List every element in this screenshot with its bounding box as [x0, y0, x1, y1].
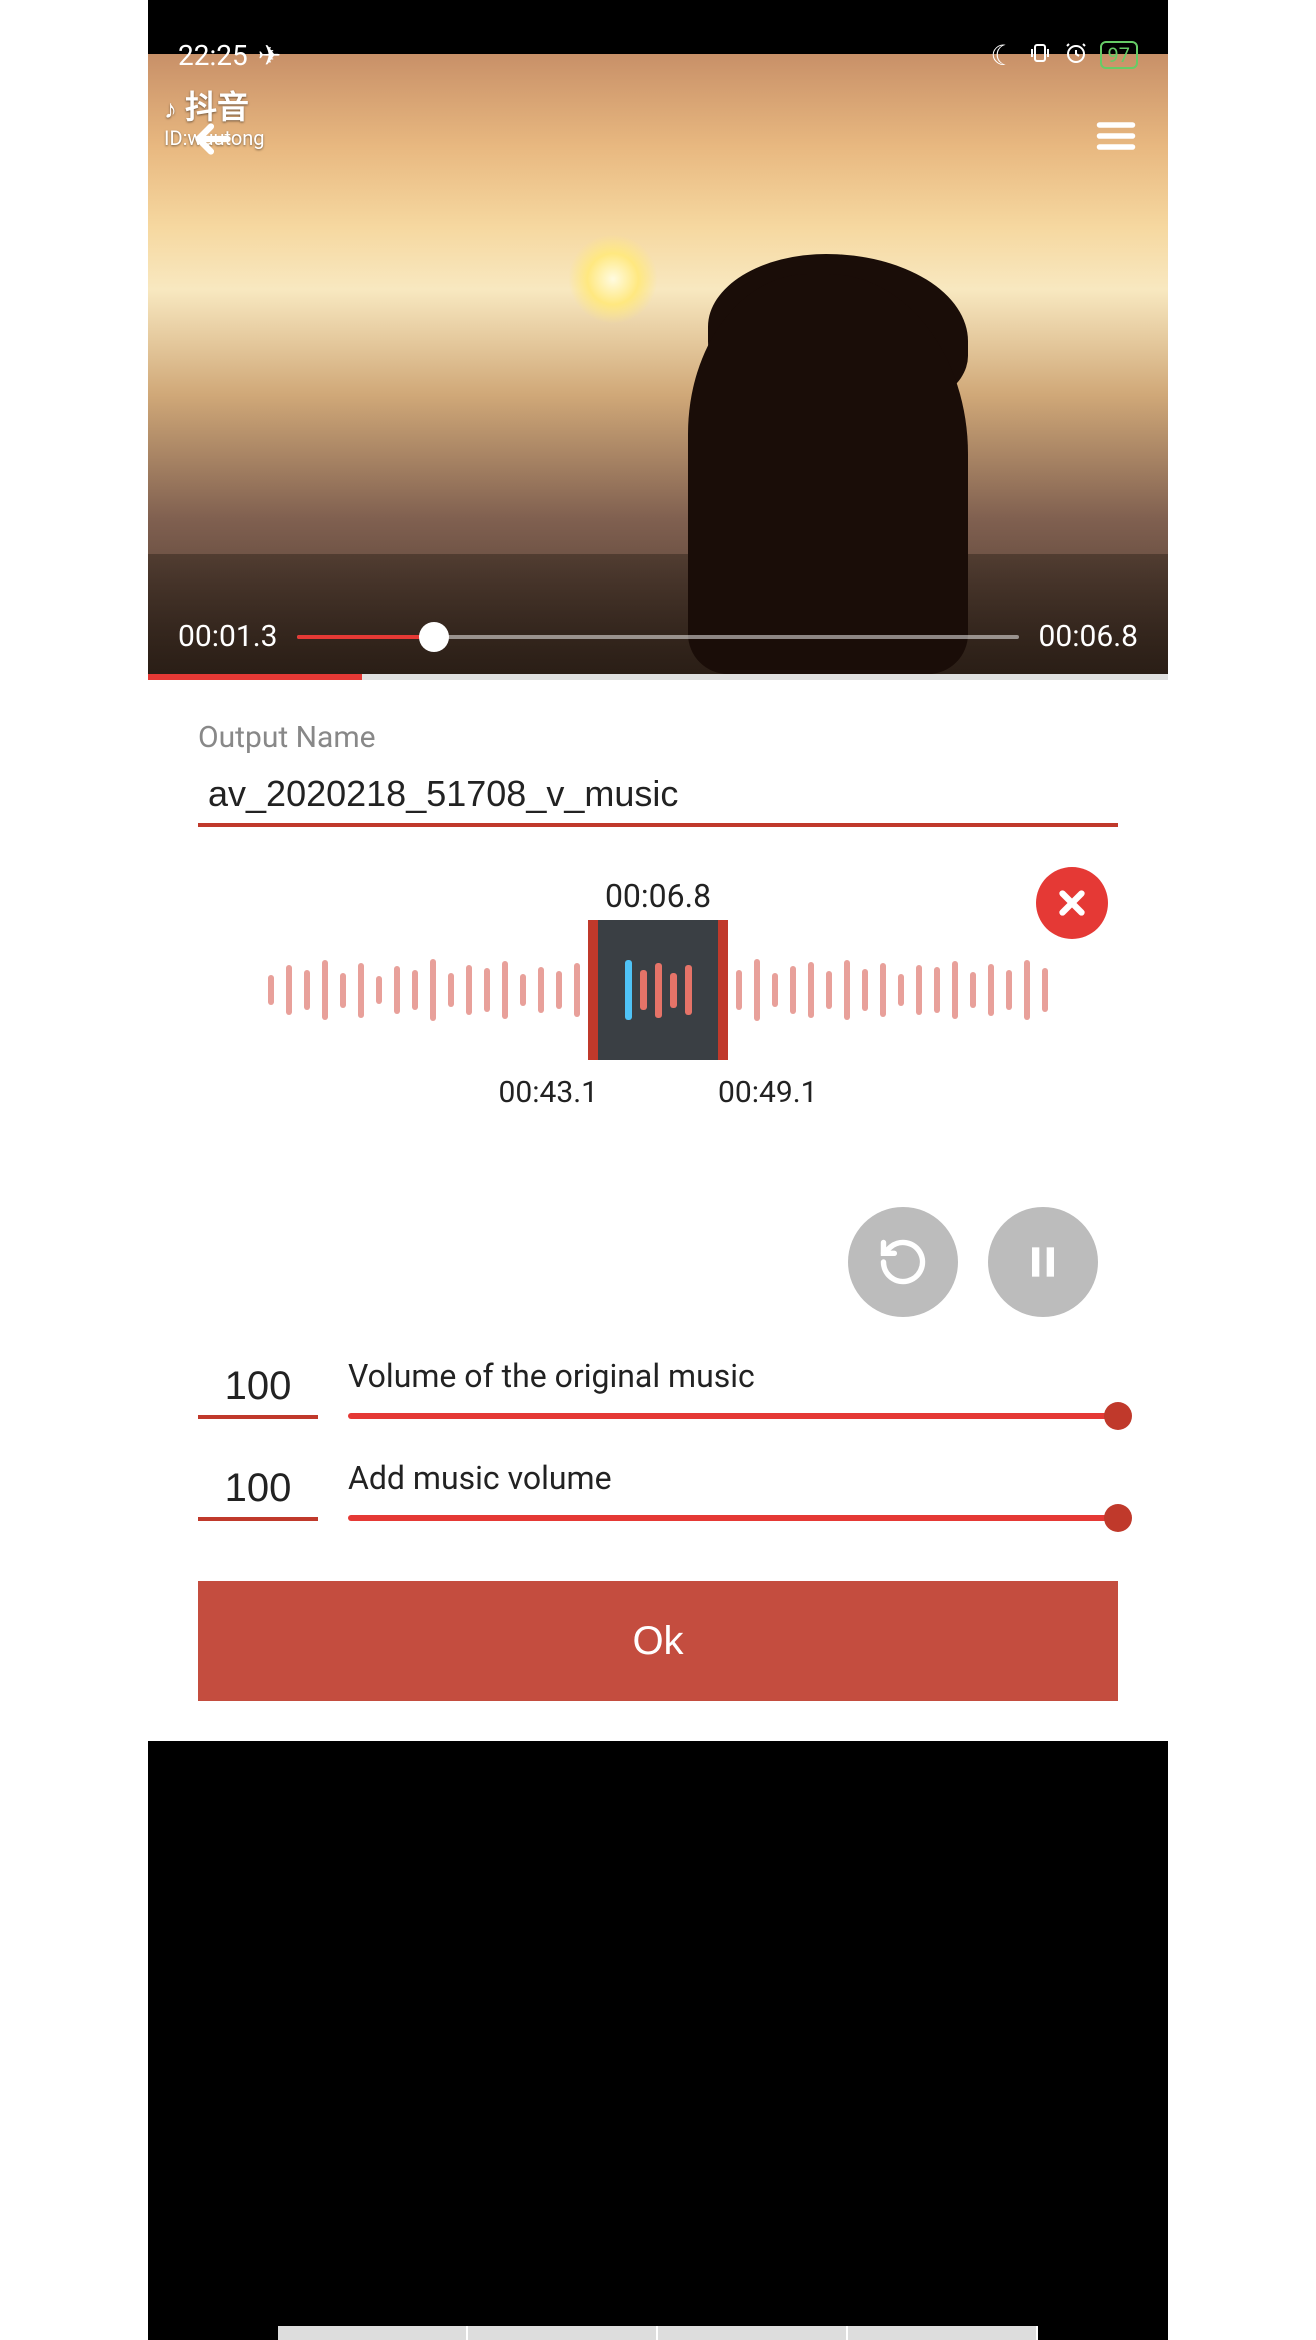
added-volume-label: Add music volume: [348, 1459, 1118, 1497]
wave-bar: [1042, 968, 1048, 1012]
device-frame: 22:25 ✈ ☾ 97 ♪ 抖音 ID:wuutong: [148, 0, 1168, 2340]
added-volume-input[interactable]: [198, 1460, 318, 1521]
remove-audio-button[interactable]: [1036, 867, 1108, 939]
pause-button[interactable]: [988, 1207, 1098, 1317]
video-total-time: 00:06.8: [1039, 619, 1138, 654]
wave-bar: [466, 965, 472, 1015]
bottom-nav-placeholder: [278, 2326, 1038, 2340]
audio-waveform[interactable]: [238, 935, 1078, 1045]
output-name-input[interactable]: [198, 765, 1118, 827]
sun-graphic: [568, 234, 658, 324]
wave-bar: [772, 973, 778, 1007]
video-controls: 00:01.3 00:06.8: [148, 619, 1168, 654]
wave-bar: [934, 967, 940, 1013]
audio-start-time: 00:43.1: [499, 1075, 598, 1110]
wave-bar-selected: [670, 973, 677, 1008]
wave-bar: [556, 971, 562, 1009]
wave-bar: [520, 974, 526, 1006]
status-bar: 22:25 ✈ ☾ 97: [148, 30, 1168, 80]
wave-bar: [754, 959, 760, 1021]
wave-bar-selected: [625, 960, 632, 1020]
audio-time-markers: 00:43.1 00:49.1: [198, 1075, 1118, 1110]
vibrate-icon: [1028, 39, 1052, 72]
added-volume-row: Add music volume: [198, 1459, 1118, 1521]
original-volume-label: Volume of the original music: [348, 1357, 1118, 1395]
wave-bar: [574, 963, 580, 1017]
original-volume-thumb[interactable]: [1104, 1402, 1132, 1430]
wave-bar: [340, 973, 346, 1008]
back-button[interactable]: [188, 114, 238, 168]
wave-bar: [988, 964, 994, 1016]
output-name-label: Output Name: [198, 720, 1118, 755]
added-volume-thumb[interactable]: [1104, 1504, 1132, 1532]
wave-bar: [412, 970, 418, 1010]
wave-bar: [862, 969, 868, 1011]
wave-bar: [826, 971, 832, 1009]
wave-bar: [484, 968, 490, 1012]
reset-button[interactable]: [848, 1207, 958, 1317]
audio-selection-window[interactable]: [588, 920, 728, 1060]
wave-bar: [1024, 960, 1030, 1020]
playback-controls: [198, 1207, 1118, 1317]
video-current-time: 00:01.3: [178, 619, 277, 654]
wave-bar: [430, 959, 436, 1021]
wave-bar: [736, 970, 742, 1010]
wave-bar: [538, 967, 544, 1013]
wave-bar: [394, 966, 400, 1014]
video-seek-thumb[interactable]: [419, 622, 449, 652]
wave-bar: [790, 966, 796, 1014]
wave-bar: [322, 960, 328, 1020]
menu-button[interactable]: [1094, 114, 1138, 162]
audio-trim-section: 00:06.8: [198, 877, 1118, 1177]
added-volume-slider[interactable]: [348, 1515, 1118, 1521]
wave-bar: [898, 974, 904, 1006]
video-seek-fill: [297, 635, 434, 639]
video-preview[interactable]: ♪ 抖音 ID:wuutong 00:01.3 00:06.8: [148, 54, 1168, 674]
wave-bar: [376, 976, 382, 1004]
wave-bar-selected: [685, 965, 692, 1015]
wave-bar: [358, 963, 364, 1018]
video-seek-track[interactable]: [297, 635, 1018, 639]
original-volume-row: Volume of the original music: [198, 1357, 1118, 1419]
original-volume-input[interactable]: [198, 1358, 318, 1419]
alarm-icon: [1064, 39, 1088, 72]
wave-bar: [1006, 970, 1012, 1010]
wave-bar-selected: [655, 963, 662, 1018]
editor-content: Output Name 00:06.8: [148, 680, 1168, 1741]
wave-bar: [808, 962, 814, 1018]
ok-button[interactable]: Ok: [198, 1581, 1118, 1701]
airplane-icon: ✈: [258, 39, 281, 72]
rocks-graphic: [148, 554, 1168, 674]
wave-bar: [844, 960, 850, 1020]
wave-bar: [916, 965, 922, 1015]
battery-indicator: 97: [1100, 41, 1138, 69]
wave-bar-selected: [640, 970, 647, 1010]
original-volume-slider[interactable]: [348, 1413, 1118, 1419]
wave-bar: [502, 961, 508, 1019]
clip-duration: 00:06.8: [198, 877, 1118, 915]
wave-bar: [286, 965, 292, 1015]
wave-bar: [304, 970, 310, 1010]
person-silhouette: [688, 274, 968, 674]
audio-end-time: 00:49.1: [718, 1075, 817, 1110]
wave-bar: [952, 961, 958, 1019]
moon-icon: ☾: [990, 39, 1015, 72]
wave-bar: [880, 963, 886, 1017]
status-time: 22:25: [178, 39, 248, 72]
wave-bar: [448, 973, 454, 1007]
wave-bar: [268, 975, 274, 1005]
wave-bar: [970, 972, 976, 1008]
